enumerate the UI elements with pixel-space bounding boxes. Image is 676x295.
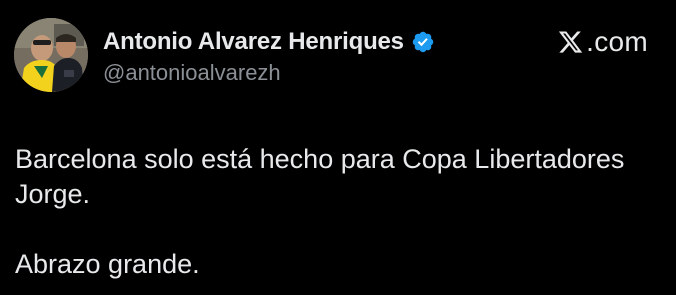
author-handle[interactable]: @antonioalvarezh [103,60,281,86]
x-logo-icon [557,29,584,55]
author-display-name[interactable]: Antonio Alvarez Henriques [103,28,404,56]
tweet-line: Jorge. [15,179,91,209]
tweet-text: Barcelona solo está hecho para Copa Libe… [15,142,665,282]
author-name-row: Antonio Alvarez Henriques [103,27,435,57]
brand-domain-text: .com [586,26,648,57]
tweet-card: Antonio Alvarez Henriques @antonioalvare… [0,0,676,295]
brand-logo[interactable]: .com [557,26,648,57]
tweet-line: Abrazo grande. [15,249,200,279]
tweet-line: Barcelona solo está hecho para Copa Libe… [15,144,625,174]
avatar[interactable] [14,18,88,92]
verified-badge-icon [411,30,435,54]
avatar-photo [14,18,88,92]
